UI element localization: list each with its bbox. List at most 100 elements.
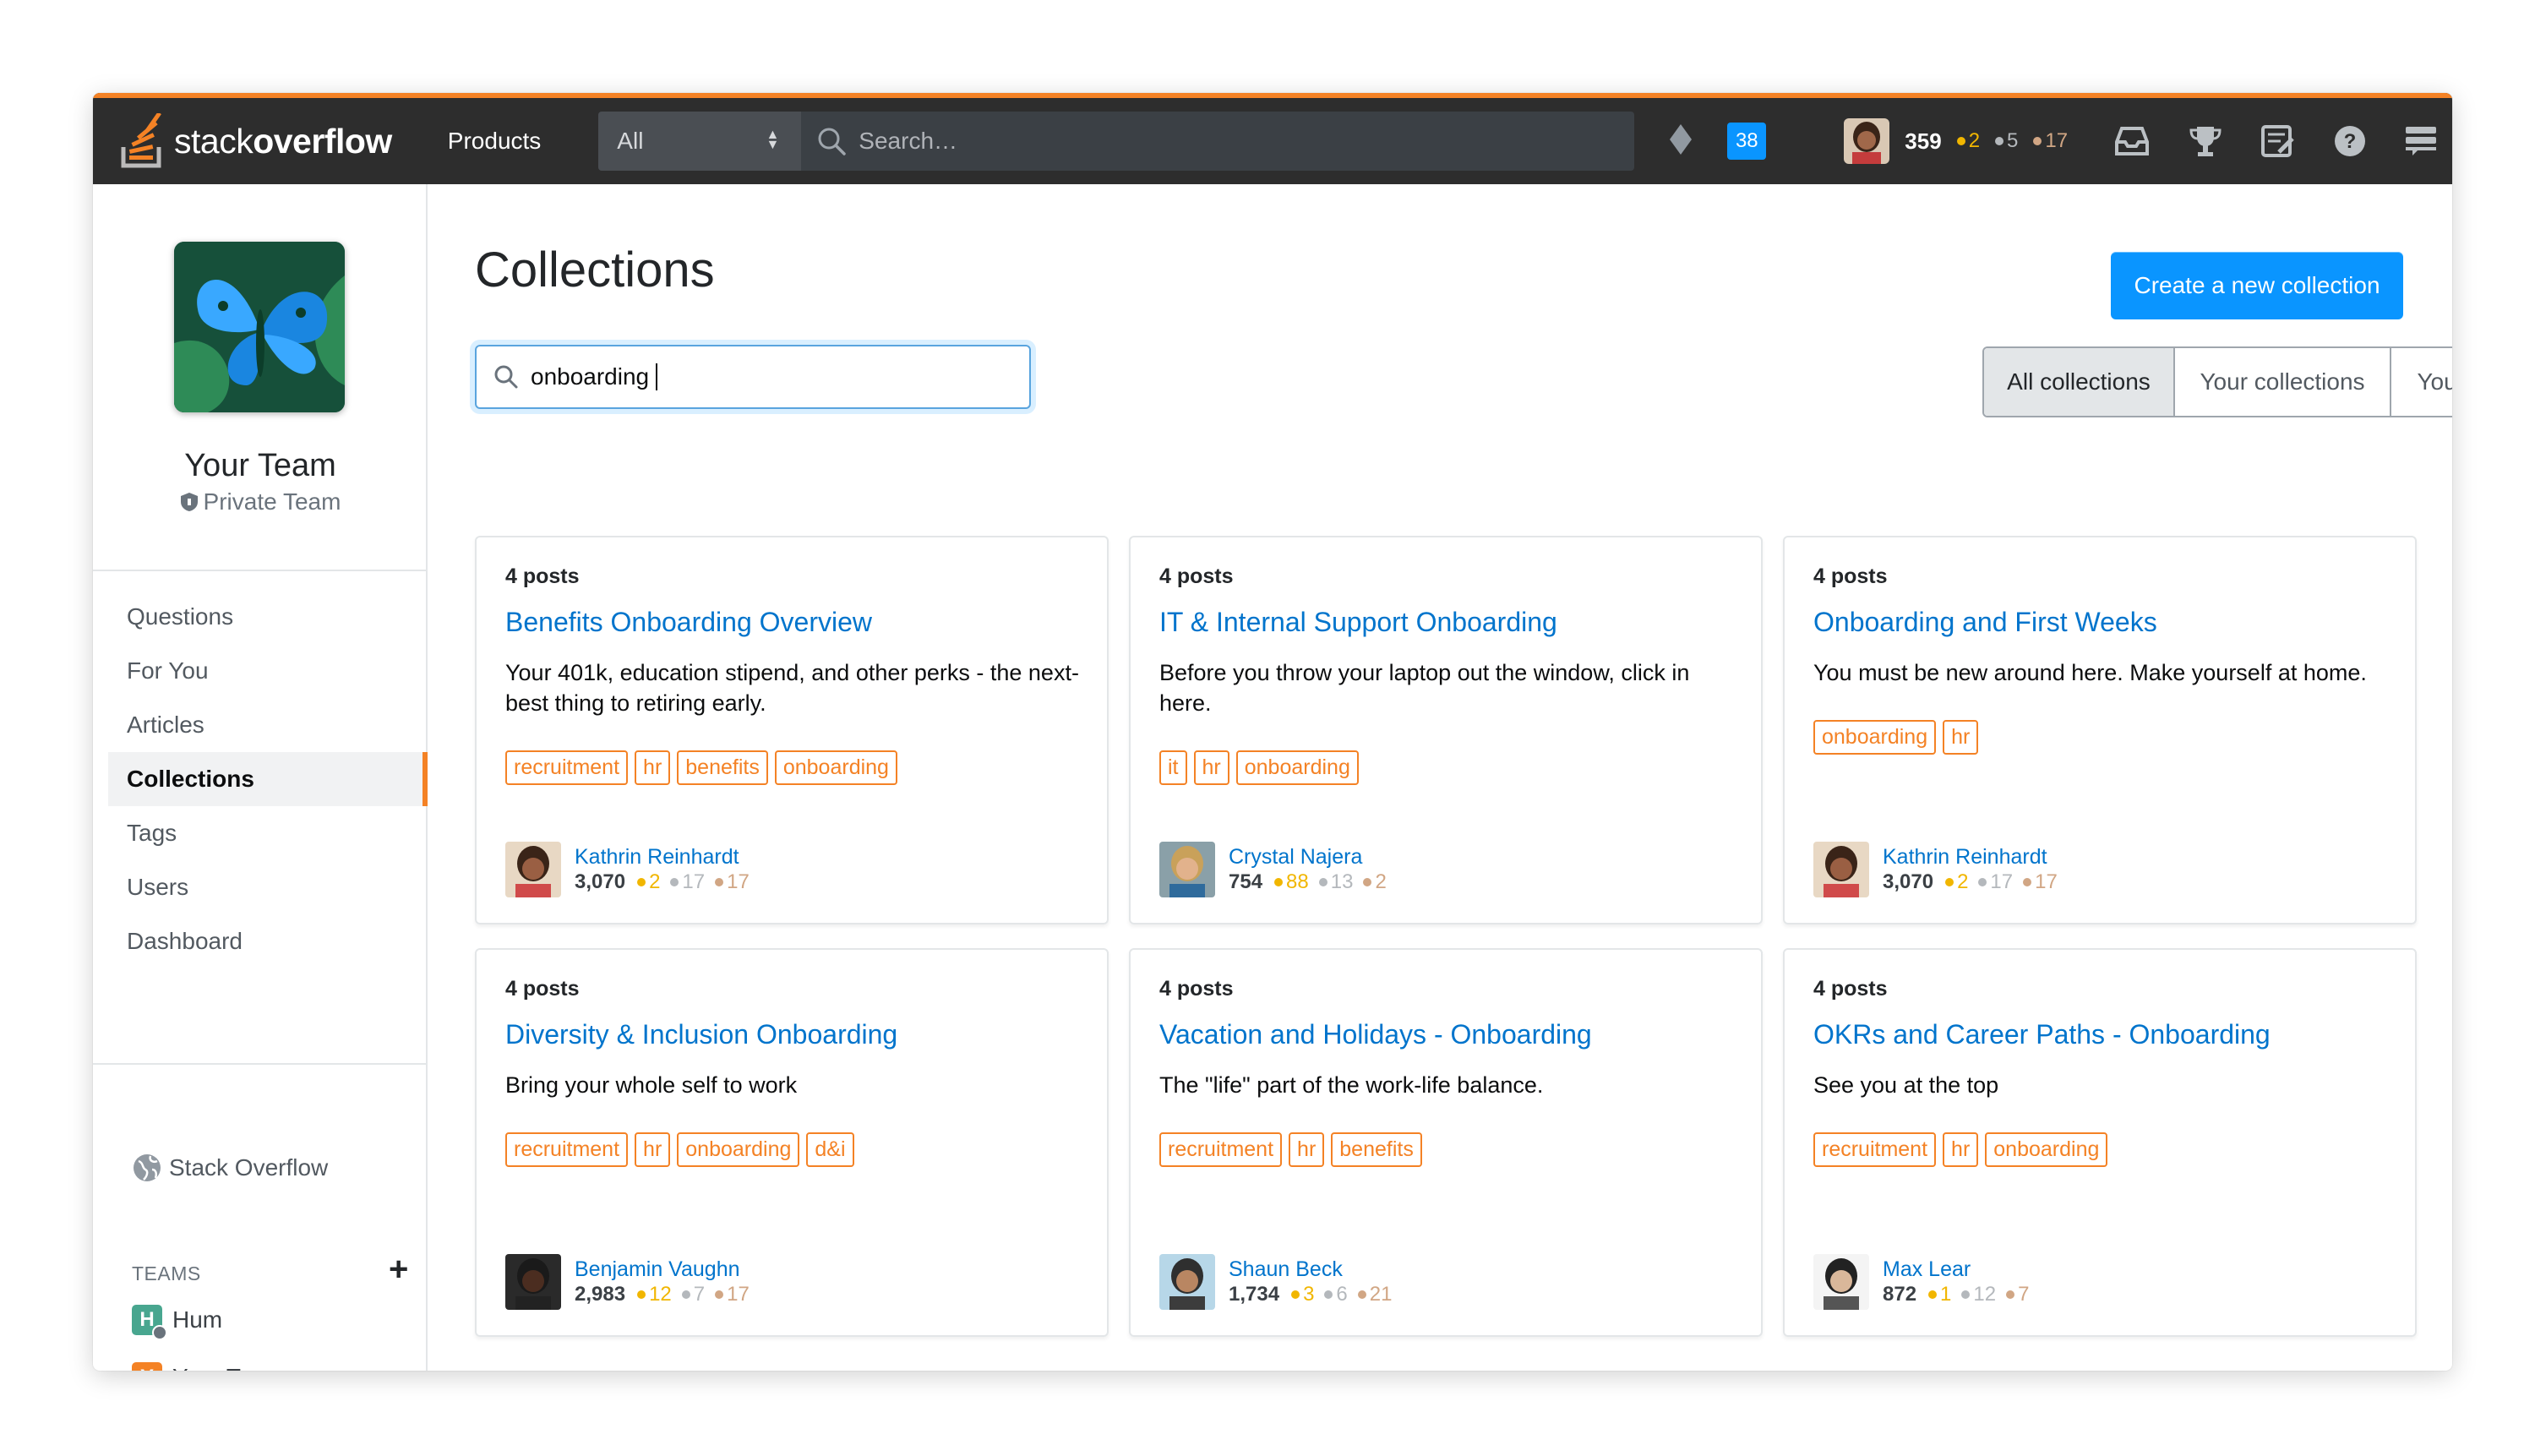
sidebar-item-dashboard[interactable]: Dashboard xyxy=(93,914,428,968)
tag-onboarding[interactable]: onboarding xyxy=(1985,1132,2108,1167)
collection-owner: Max Lear 872 1 12 7 xyxy=(1813,1254,2039,1310)
shield-icon xyxy=(180,493,198,511)
owner-avatar[interactable] xyxy=(505,1254,561,1310)
tag-onboarding[interactable]: onboarding xyxy=(1235,750,1359,785)
app-window: stackoverflow Products All ▲ ▼ Search… 38… xyxy=(93,93,2452,1371)
tag-recruitment[interactable]: recruitment xyxy=(505,1132,629,1167)
review-queue-icon[interactable] xyxy=(2260,123,2296,159)
stackoverflow-logo[interactable]: stackoverflow xyxy=(118,98,392,184)
collection-card[interactable]: 4 posts Diversity & Inclusion Onboarding B… xyxy=(475,948,1109,1337)
owner-stats: 754 88 13 2 xyxy=(1229,870,1397,895)
owner-name-link[interactable]: Benjamin Vaughn xyxy=(575,1257,760,1282)
tag-hr[interactable]: hr xyxy=(635,750,671,785)
tag-benefits[interactable]: benefits xyxy=(677,750,768,785)
collection-card[interactable]: 4 posts Vacation and Holidays - Onboardin… xyxy=(1129,948,1763,1337)
owner-name-link[interactable]: Kathrin Reinhardt xyxy=(575,844,760,870)
tag-recruitment[interactable]: recruitment xyxy=(505,750,629,785)
silver-badges: 12 xyxy=(1961,1282,1996,1307)
inbox-count-badge[interactable]: 38 xyxy=(1727,123,1767,160)
tag-onboarding[interactable]: onboarding xyxy=(774,750,897,785)
tag-hr[interactable]: hr xyxy=(1943,720,1979,755)
owner-name-link[interactable]: Crystal Najera xyxy=(1229,844,1397,870)
owner-avatar[interactable] xyxy=(1159,842,1215,897)
collection-title-link[interactable]: Onboarding and First Weeks xyxy=(1813,607,2157,638)
collection-filter-input[interactable]: onboarding xyxy=(475,345,1031,409)
gold-badges: 88 xyxy=(1274,870,1309,895)
collection-card[interactable]: 4 posts OKRs and Career Paths - Onboardin… xyxy=(1783,948,2417,1337)
user-avatar[interactable] xyxy=(1844,118,1890,164)
owner-avatar[interactable] xyxy=(1813,842,1869,897)
team-item-hum[interactable]: H Hum xyxy=(132,1305,222,1340)
collection-title-link[interactable]: OKRs and Career Paths - Onboarding xyxy=(1813,1019,2271,1050)
sidebar-item-articles[interactable]: Articles xyxy=(93,698,428,752)
tag-recruitment[interactable]: recruitment xyxy=(1159,1132,1283,1167)
collection-description: Before you throw your laptop out the win… xyxy=(1159,660,1690,716)
gold-badges: 2 xyxy=(1956,129,1980,153)
owner-avatar[interactable] xyxy=(1813,1254,1869,1310)
tag-onboarding[interactable]: onboarding xyxy=(677,1132,800,1167)
tab-all-collections[interactable]: All collections xyxy=(1984,348,2173,416)
gold-badges: 1 xyxy=(1928,1282,1951,1307)
collection-title-link[interactable]: Diversity & Inclusion Onboarding xyxy=(505,1019,897,1050)
public-site-link[interactable]: Stack Overflow xyxy=(132,1153,328,1183)
collection-card[interactable]: 4 posts Onboarding and First Weeks You mus… xyxy=(1783,536,2417,924)
create-collection-button[interactable]: Create a new collection xyxy=(2111,252,2403,319)
tag-benefits[interactable]: benefits xyxy=(1331,1132,1422,1167)
team-item-your-team[interactable]: Y Your Team xyxy=(132,1362,284,1371)
text-caret xyxy=(656,363,658,390)
achievements-diamond-icon[interactable] xyxy=(1668,123,1693,161)
owner-info: Kathrin Reinhardt 3,070 2 17 17 xyxy=(1883,844,2068,895)
search-icon xyxy=(494,365,518,389)
owner-name-link[interactable]: Max Lear xyxy=(1883,1257,2039,1282)
trophy-icon[interactable] xyxy=(2188,123,2223,159)
sidebar-item-for-you[interactable]: For You xyxy=(93,644,428,698)
tag-hr[interactable]: hr xyxy=(635,1132,671,1167)
tag-hr[interactable]: hr xyxy=(1193,750,1229,785)
tag-hr[interactable]: hr xyxy=(1289,1132,1325,1167)
collection-title-link[interactable]: IT & Internal Support Onboarding xyxy=(1159,607,1557,638)
tag-hr[interactable]: hr xyxy=(1943,1132,1979,1167)
search-scope-select[interactable]: All ▲ ▼ xyxy=(598,112,802,171)
inbox-icon[interactable] xyxy=(2113,125,2151,157)
search-input[interactable]: Search… xyxy=(801,112,1635,171)
owner-reputation: 3,070 xyxy=(575,870,626,893)
site-switcher-icon[interactable] xyxy=(2404,125,2438,157)
help-icon[interactable]: ? xyxy=(2333,124,2367,158)
gold-badges: 2 xyxy=(1945,870,1968,895)
tag-di[interactable]: d&i xyxy=(806,1132,854,1167)
collection-title-link[interactable]: Benefits Onboarding Overview xyxy=(505,607,872,638)
tab-you-can-edit[interactable]: You can edit xyxy=(2390,348,2452,416)
bronze-badges: 21 xyxy=(1357,1282,1392,1307)
sidebar-item-questions[interactable]: Questions xyxy=(93,590,428,644)
bronze-badges: 17 xyxy=(2023,870,2058,895)
owner-name-link[interactable]: Shaun Beck xyxy=(1229,1257,1402,1282)
sidebar-item-tags[interactable]: Tags xyxy=(93,806,428,860)
owner-info: Kathrin Reinhardt 3,070 2 17 17 xyxy=(575,844,760,895)
collection-card[interactable]: 4 posts Benefits Onboarding Overview Your … xyxy=(475,536,1109,924)
owner-avatar[interactable] xyxy=(505,842,561,897)
sidebar-item-collections[interactable]: Collections xyxy=(108,752,428,806)
tag-it[interactable]: it xyxy=(1159,750,1187,785)
collection-description: The "life" part of the work-life balance… xyxy=(1159,1072,1544,1098)
add-team-icon[interactable]: + xyxy=(389,1251,408,1289)
owner-stats: 3,070 2 17 17 xyxy=(575,870,760,895)
team-name: Your Team xyxy=(184,448,336,483)
sidebar-divider xyxy=(93,1063,428,1065)
tag-recruitment[interactable]: recruitment xyxy=(1813,1132,1937,1167)
gold-badges: 2 xyxy=(637,870,660,895)
team-logo[interactable] xyxy=(174,242,345,412)
collection-description: Bring your whole self to work xyxy=(505,1072,798,1098)
owner-avatar[interactable] xyxy=(1159,1254,1215,1310)
tag-list: onboarding hr xyxy=(1813,720,1979,755)
tag-onboarding[interactable]: onboarding xyxy=(1813,720,1937,755)
products-menu[interactable]: Products xyxy=(448,128,542,155)
owner-name-link[interactable]: Kathrin Reinhardt xyxy=(1883,844,2068,870)
collection-title-link[interactable]: Vacation and Holidays - Onboarding xyxy=(1159,1019,1592,1050)
logo-wordmark: stackoverflow xyxy=(174,121,392,161)
owner-info: Shaun Beck 1,734 3 6 21 xyxy=(1229,1257,1402,1307)
collection-owner: Kathrin Reinhardt 3,070 2 17 17 xyxy=(505,842,760,897)
collection-card[interactable]: 4 posts IT & Internal Support Onboarding B… xyxy=(1129,536,1763,924)
tab-your-collections[interactable]: Your collections xyxy=(2173,348,2390,416)
search-placeholder: Search… xyxy=(859,128,958,154)
sidebar-item-users[interactable]: Users xyxy=(93,860,428,914)
